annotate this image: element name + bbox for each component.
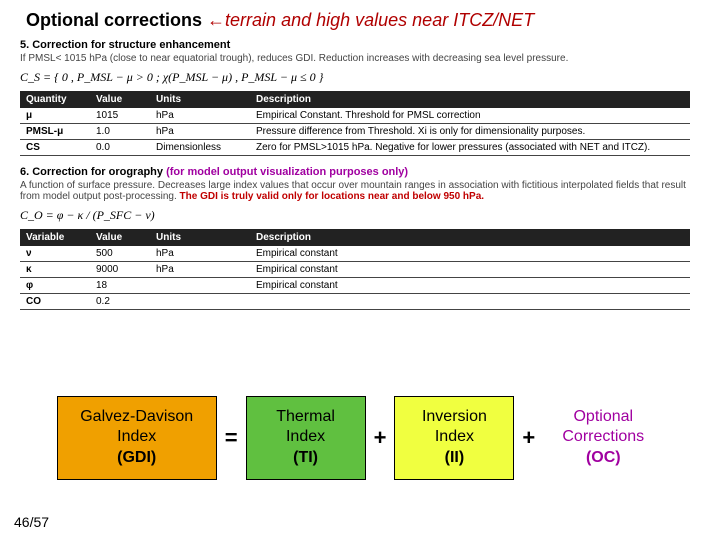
col-value: Value [90, 229, 150, 246]
title-main: Optional corrections [26, 10, 202, 30]
section6-note: (for model output visualization purposes… [163, 166, 408, 178]
table-header-row: Quantity Value Units Description [20, 91, 690, 108]
section6-heading: 6. Correction for orography (for model o… [0, 162, 720, 180]
col-description: Description [250, 91, 690, 108]
col-variable: Variable [20, 229, 90, 246]
table-row: CO0.2 [20, 294, 690, 310]
gdi-box: Galvez-Davison Index (GDI) [57, 396, 217, 480]
col-description: Description [250, 229, 690, 246]
page-title: Optional corrections ←terrain and high v… [0, 0, 720, 35]
section6-desc: A function of surface pressure. Decrease… [0, 180, 720, 206]
section6-warning: The GDI is truly valid only for location… [180, 191, 485, 202]
table-row: ν500hPaEmpirical constant [20, 246, 690, 262]
title-sub: terrain and high values near ITCZ/NET [225, 10, 534, 30]
col-quantity: Quantity [20, 91, 90, 108]
table-header-row: Variable Value Units Description [20, 229, 690, 246]
page-number: 46/57 [14, 514, 49, 530]
table-row: κ9000hPaEmpirical constant [20, 262, 690, 278]
section5-desc: If PMSL< 1015 hPa (close to near equator… [0, 53, 720, 68]
col-value: Value [90, 91, 150, 108]
equals-op: = [225, 425, 238, 451]
section6-table: Variable Value Units Description ν500hPa… [20, 229, 690, 310]
arrow-left-icon: ← [207, 10, 225, 30]
plus-op: + [522, 425, 535, 451]
table-row: CS0.0DimensionlessZero for PMSL>1015 hPa… [20, 140, 690, 156]
section6-formula: C_O = φ − κ / (P_SFC − ν) [0, 206, 720, 229]
section5-table: Quantity Value Units Description μ1015hP… [20, 91, 690, 156]
ti-box: Thermal Index (TI) [246, 396, 366, 480]
oc-box: Optional Corrections (OC) [543, 397, 663, 479]
ii-box: Inversion Index (II) [394, 396, 514, 480]
table-row: PMSL-μ1.0hPaPressure difference from Thr… [20, 124, 690, 140]
equation-row: Galvez-Davison Index (GDI) = Thermal Ind… [0, 396, 720, 480]
plus-op: + [374, 425, 387, 451]
section5-heading: 5. Correction for structure enhancement [0, 35, 720, 53]
col-units: Units [150, 91, 250, 108]
table-row: φ18Empirical constant [20, 278, 690, 294]
section5-formula: C_S = { 0 , P_MSL − μ > 0 ; χ(P_MSL − μ)… [0, 68, 720, 91]
col-units: Units [150, 229, 250, 246]
table-row: μ1015hPaEmpirical Constant. Threshold fo… [20, 108, 690, 124]
